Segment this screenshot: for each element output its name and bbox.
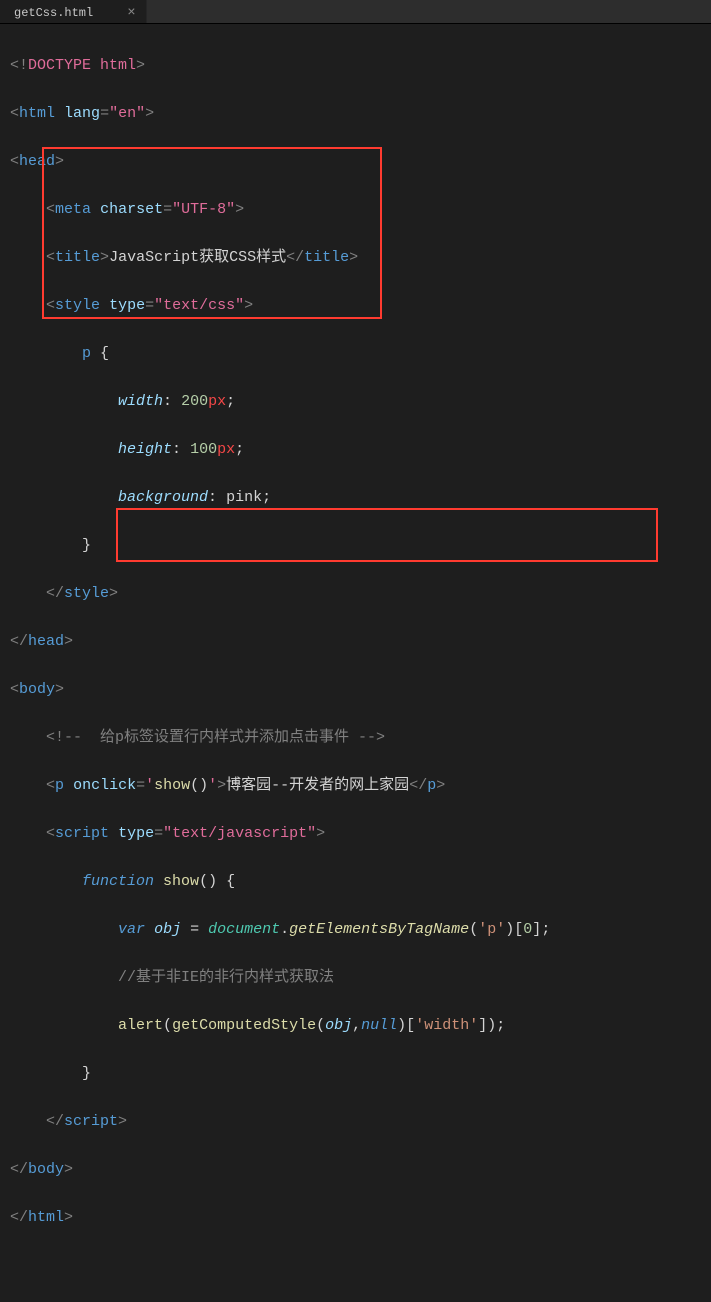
code-line: <html lang="en"> xyxy=(10,102,711,126)
code-line: width: 200px; xyxy=(10,390,711,414)
code-line: background: pink; xyxy=(10,486,711,510)
code-line: } xyxy=(10,1062,711,1086)
code-line: } xyxy=(10,534,711,558)
code-editor[interactable]: <!DOCTYPE html> <html lang="en"> <head> … xyxy=(0,24,711,1302)
code-line: <style type="text/css"> xyxy=(10,294,711,318)
code-line: height: 100px; xyxy=(10,438,711,462)
code-line: <meta charset="UTF-8"> xyxy=(10,198,711,222)
tab-getcss[interactable]: getCss.html × xyxy=(0,0,147,23)
code-line: <p onclick='show()'>博客园--开发者的网上家园</p> xyxy=(10,774,711,798)
code-line: //基于非IE的非行内样式获取法 xyxy=(10,966,711,990)
code-line: <script type="text/javascript"> xyxy=(10,822,711,846)
code-line: <title>JavaScript获取CSS样式</title> xyxy=(10,246,711,270)
close-icon[interactable]: × xyxy=(127,6,135,20)
code-line: </html> xyxy=(10,1206,711,1230)
code-line: </style> xyxy=(10,582,711,606)
code-line: </script> xyxy=(10,1110,711,1134)
code-line: var obj = document.getElementsByTagName(… xyxy=(10,918,711,942)
tab-bar: getCss.html × xyxy=(0,0,711,24)
code-line: <body> xyxy=(10,678,711,702)
code-line: <!-- 给p标签设置行内样式并添加点击事件 --> xyxy=(10,726,711,750)
code-line: <!DOCTYPE html> xyxy=(10,54,711,78)
code-line: function show() { xyxy=(10,870,711,894)
code-line: </head> xyxy=(10,630,711,654)
code-line: alert(getComputedStyle(obj,null)['width'… xyxy=(10,1014,711,1038)
tabbar-spacer xyxy=(147,0,711,23)
code-line: p { xyxy=(10,342,711,366)
code-line: </body> xyxy=(10,1158,711,1182)
tab-filename: getCss.html xyxy=(14,6,93,20)
code-line: <head> xyxy=(10,150,711,174)
